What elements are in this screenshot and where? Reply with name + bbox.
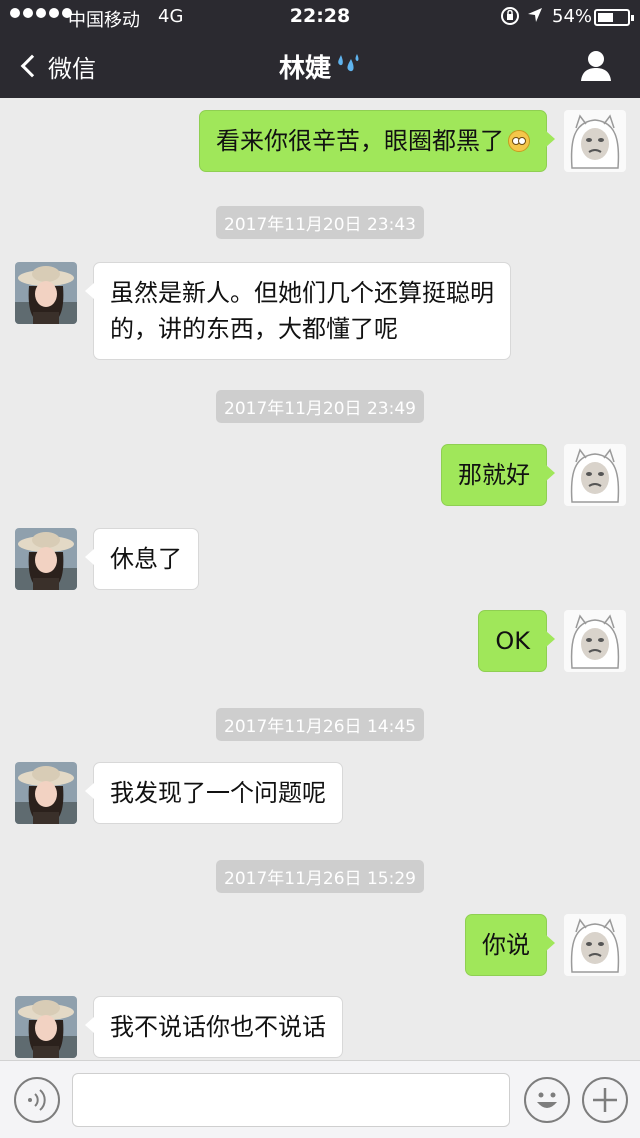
message-input[interactable] xyxy=(72,1073,510,1127)
message-bubble[interactable]: 那就好 xyxy=(441,444,555,506)
timestamp: 2017年11月26日 15:29 xyxy=(0,860,640,893)
message-bubble[interactable]: 虽然是新人。但她们几个还算挺聪明 的，讲的东西，大都懂了呢 xyxy=(85,262,511,360)
sweat-droplets-icon xyxy=(335,53,361,83)
timestamp: 2017年11月26日 14:45 xyxy=(0,708,640,741)
message-bubble[interactable]: OK xyxy=(478,610,555,672)
message-text: 你说 xyxy=(482,931,530,959)
contact-avatar[interactable] xyxy=(15,762,77,824)
timestamp-label: 2017年11月20日 23:43 xyxy=(216,206,424,239)
chat-message-outgoing: 你说 xyxy=(0,914,640,976)
contact-avatar[interactable] xyxy=(15,262,77,324)
my-avatar[interactable] xyxy=(564,110,626,172)
chat-message-outgoing: 看来你很辛苦，眼圈都黑了 xyxy=(0,110,640,172)
my-avatar[interactable] xyxy=(564,914,626,976)
message-text: 我发现了一个问题呢 xyxy=(110,779,326,807)
contact-avatar[interactable] xyxy=(15,528,77,590)
chat-title-wrap: 林婕 xyxy=(0,48,640,85)
chat-area[interactable]: 看来你很辛苦，眼圈都黑了 2017年11月20日 23:43 虽然是新人。但她们… xyxy=(0,98,640,1060)
person-icon[interactable] xyxy=(578,48,614,82)
flushed-face-emoji xyxy=(508,130,530,152)
plus-icon[interactable] xyxy=(582,1077,628,1123)
message-text: 休息了 xyxy=(110,545,182,573)
timestamp-label: 2017年11月20日 23:49 xyxy=(216,390,424,423)
voice-icon[interactable] xyxy=(14,1077,60,1123)
location-arrow-icon xyxy=(526,6,544,29)
status-bar: 中国移动 4G 22:28 54% xyxy=(0,0,640,34)
chat-title: 林婕 xyxy=(278,54,331,84)
message-bubble[interactable]: 看来你很辛苦，眼圈都黑了 xyxy=(199,110,555,172)
message-bubble[interactable]: 你说 xyxy=(465,914,555,976)
timestamp-label: 2017年11月26日 14:45 xyxy=(216,708,424,741)
my-avatar[interactable] xyxy=(564,610,626,672)
status-time: 22:28 xyxy=(289,5,351,27)
chat-message-outgoing: 那就好 xyxy=(0,444,640,506)
timestamp: 2017年11月20日 23:43 xyxy=(0,206,640,239)
top-bar: 中国移动 4G 22:28 54% 微信 林婕 xyxy=(0,0,640,98)
message-text: 那就好 xyxy=(458,461,530,489)
timestamp: 2017年11月20日 23:49 xyxy=(0,390,640,423)
message-text-line: 的，讲的东西，大都懂了呢 xyxy=(110,315,398,343)
message-text: 我不说话你也不说话 xyxy=(110,1013,326,1041)
contact-avatar[interactable] xyxy=(15,996,77,1058)
message-bubble[interactable]: 我发现了一个问题呢 xyxy=(85,762,343,824)
chat-message-outgoing: OK xyxy=(0,610,640,672)
battery-icon xyxy=(594,9,634,26)
my-avatar[interactable] xyxy=(564,444,626,506)
message-bubble[interactable]: 我不说话你也不说话 xyxy=(85,996,343,1058)
chat-message-incoming: 我不说话你也不说话 xyxy=(0,996,640,1058)
message-text: OK xyxy=(495,627,530,655)
message-text: 看来你很辛苦，眼圈都黑了 xyxy=(216,127,504,155)
input-bar xyxy=(0,1060,640,1138)
battery-percentage: 54% xyxy=(552,6,593,27)
rotation-lock-icon xyxy=(500,6,520,31)
chat-message-incoming: 我发现了一个问题呢 xyxy=(0,762,640,824)
message-text-line: 虽然是新人。但她们几个还算挺聪明 xyxy=(110,279,494,307)
message-bubble[interactable]: 休息了 xyxy=(85,528,199,590)
chat-message-incoming: 休息了 xyxy=(0,528,640,590)
emoji-icon[interactable] xyxy=(524,1077,570,1123)
chat-message-incoming: 虽然是新人。但她们几个还算挺聪明 的，讲的东西，大都懂了呢 xyxy=(0,262,640,360)
timestamp-label: 2017年11月26日 15:29 xyxy=(216,860,424,893)
